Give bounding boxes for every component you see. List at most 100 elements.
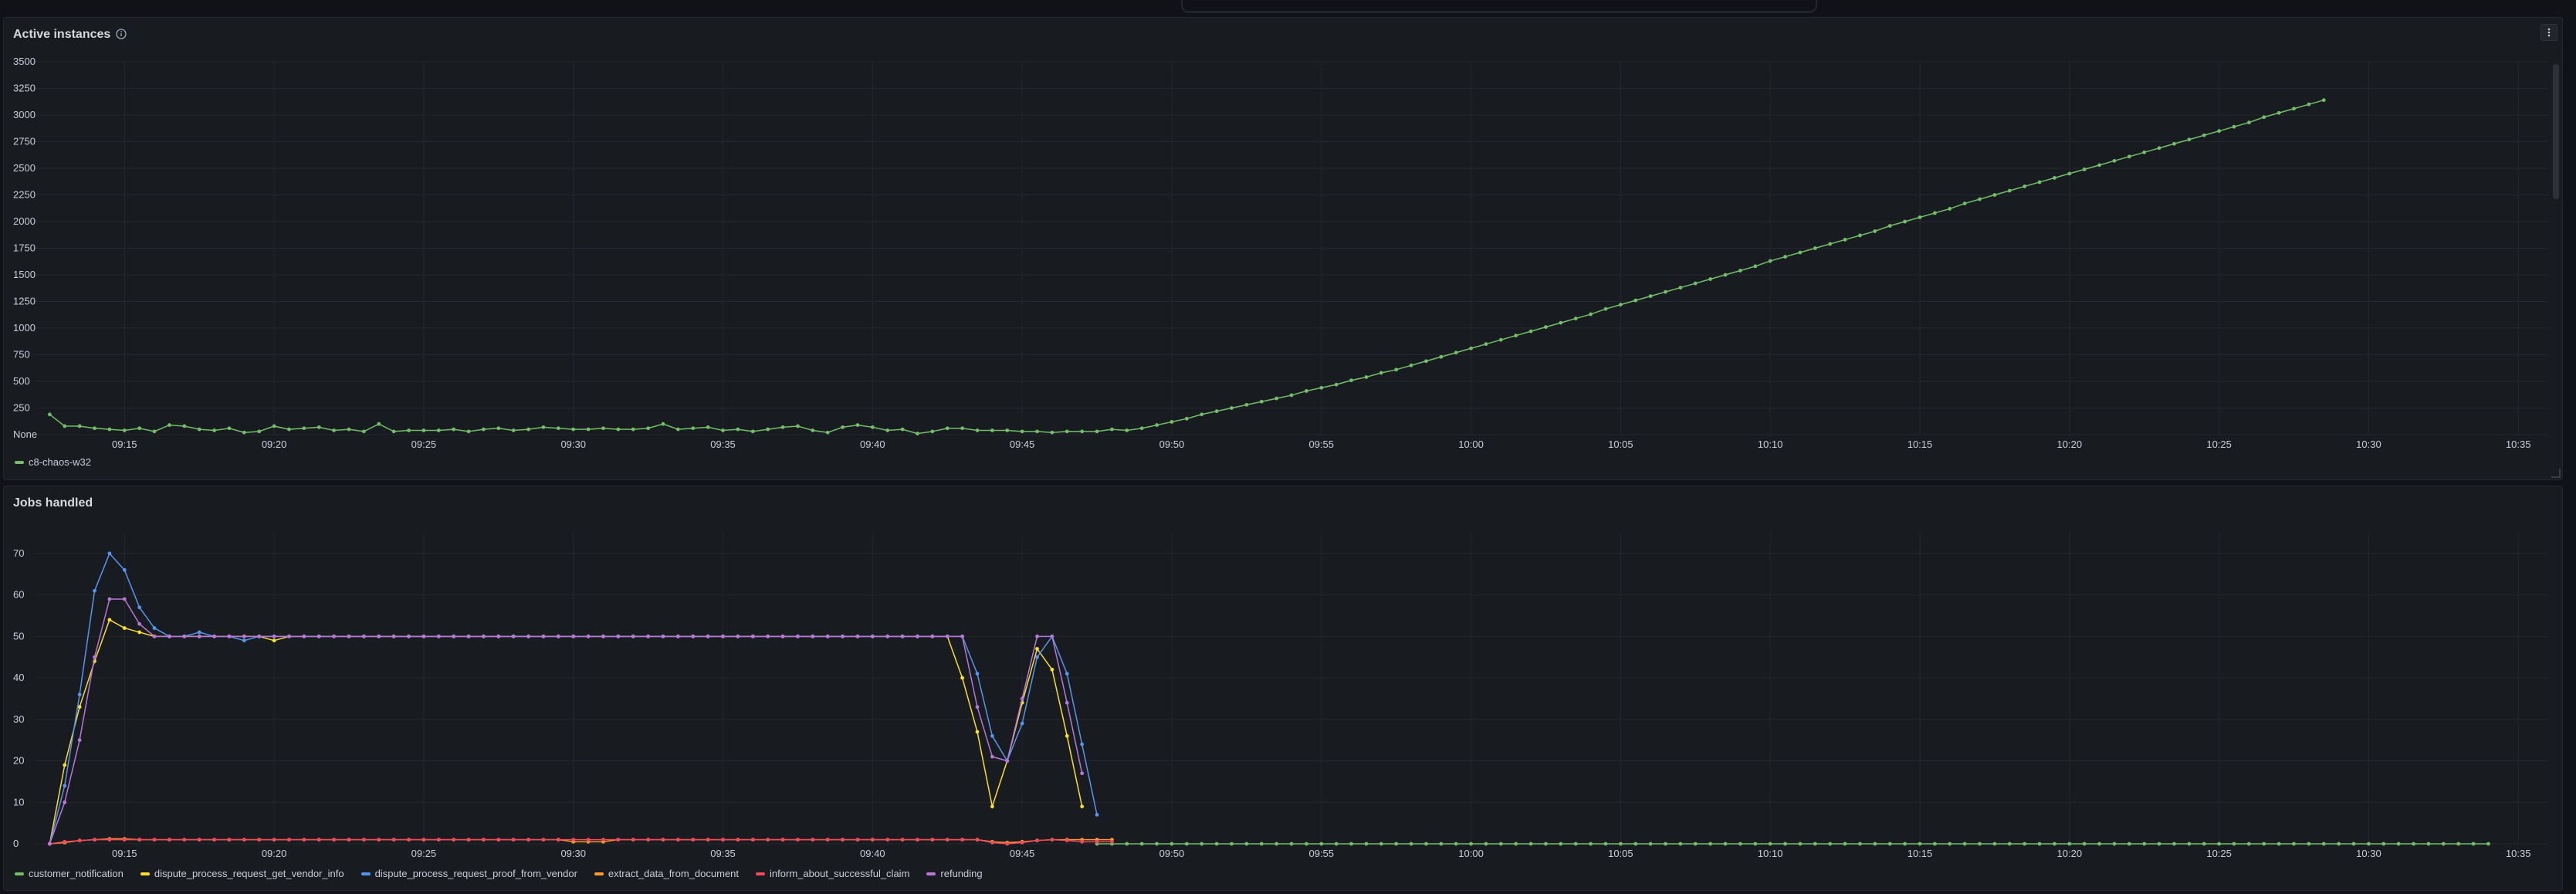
data-point (1932, 211, 1937, 215)
jobs-handled-chart[interactable]: 0 10 20 30 40 50 60 70 09:15 09:20 09:25 09:30 09:35… (4, 486, 2564, 892)
data-point (2172, 141, 2176, 146)
scrollbar[interactable] (2553, 64, 2559, 199)
data-point (1139, 426, 1144, 431)
data-point (2187, 137, 2192, 142)
x-tick-label: 10:35 (2506, 439, 2531, 450)
data-point (631, 427, 635, 432)
series-line (49, 99, 2324, 435)
data-point (1738, 269, 1742, 273)
data-point (766, 427, 770, 432)
data-point (1065, 429, 1069, 434)
legend-item[interactable]: customer_notification (15, 868, 124, 879)
data-point (421, 634, 426, 638)
data-point (1528, 329, 1533, 334)
y-tick-label: 500 (13, 375, 30, 387)
data-point (706, 425, 710, 429)
data-point (1843, 842, 1847, 846)
data-point (2172, 842, 2176, 846)
data-point (2441, 842, 2446, 846)
data-point (796, 838, 800, 842)
data-point (482, 634, 486, 638)
active-instances-chart[interactable]: None 250 500 750 1000 1250 1500 1750 2000 2250 250… (4, 18, 2564, 481)
data-point (93, 588, 96, 593)
legend-item[interactable]: c8-chaos-w32 (15, 456, 91, 468)
data-point (1858, 233, 1862, 238)
data-point (77, 838, 82, 843)
data-point (675, 838, 680, 842)
data-point (2007, 188, 2012, 193)
data-point (272, 638, 276, 643)
data-point (391, 838, 396, 842)
data-point (1528, 842, 1533, 846)
data-point (1095, 429, 1099, 434)
legend-swatch (15, 460, 24, 464)
data-point (975, 428, 980, 432)
data-point (2232, 842, 2236, 846)
data-point (945, 838, 949, 842)
legend-item[interactable]: refunding (926, 868, 983, 879)
data-point (616, 427, 621, 432)
data-point (1573, 317, 1578, 320)
legend-item[interactable]: dispute_process_request_get_vendor_info (140, 868, 344, 879)
data-point (1244, 402, 1249, 407)
data-point (391, 634, 396, 638)
data-point (302, 838, 306, 842)
legend-label: c8-chaos-w32 (29, 456, 91, 468)
data-point (526, 838, 530, 842)
data-point (1184, 842, 1189, 846)
x-tick-label: 10:10 (1758, 439, 1783, 450)
x-tick-label: 09:55 (1308, 848, 1334, 859)
x-tick-label: 10:25 (2206, 439, 2232, 450)
legend-item[interactable]: extract_data_from_document (594, 868, 739, 879)
data-point (885, 634, 890, 638)
data-point (586, 427, 591, 432)
data-point (122, 838, 127, 842)
data-point (855, 423, 860, 427)
legend-item[interactable]: inform_about_successful_claim (756, 868, 909, 879)
top-collapse-bar[interactable] (1181, 0, 1817, 13)
legend-swatch (756, 872, 766, 875)
data-point (945, 634, 949, 638)
data-point (1035, 429, 1039, 434)
data-point (541, 425, 546, 429)
data-point (1768, 842, 1772, 846)
legend-item[interactable]: dispute_process_request_proof_from_vendo… (361, 868, 577, 879)
data-point (780, 425, 785, 429)
data-point (975, 705, 980, 709)
data-point (825, 634, 830, 638)
data-point (1230, 406, 1234, 410)
data-point (1214, 842, 1219, 846)
data-point (841, 838, 845, 842)
data-point (1050, 838, 1054, 842)
data-point (1828, 242, 1833, 246)
data-point (302, 426, 306, 431)
data-point (361, 634, 366, 638)
x-tick-label: 10:25 (2206, 848, 2232, 859)
data-point (1065, 672, 1069, 676)
data-point (2337, 842, 2341, 846)
data-point (2246, 842, 2251, 846)
data-point (1633, 842, 1638, 846)
data-point (1125, 428, 1129, 432)
data-point (77, 738, 82, 743)
data-point (1664, 290, 1667, 294)
data-point (1678, 842, 1683, 846)
data-point (1992, 842, 1997, 846)
data-point (691, 838, 696, 842)
data-point (2067, 842, 2072, 846)
data-point (721, 634, 725, 638)
data-point (736, 634, 740, 638)
x-tick-label: 10:15 (1907, 439, 1933, 450)
y-tick-label: 60 (13, 589, 24, 601)
data-point (257, 429, 262, 434)
data-point (197, 838, 201, 842)
data-point (452, 427, 456, 432)
data-point (1559, 842, 1563, 846)
data-point (2262, 842, 2266, 846)
data-point (1948, 842, 1952, 846)
data-point (766, 634, 770, 638)
data-point (63, 800, 67, 804)
data-point (152, 838, 157, 842)
data-point (586, 838, 591, 842)
resize-handle[interactable] (2551, 469, 2561, 478)
